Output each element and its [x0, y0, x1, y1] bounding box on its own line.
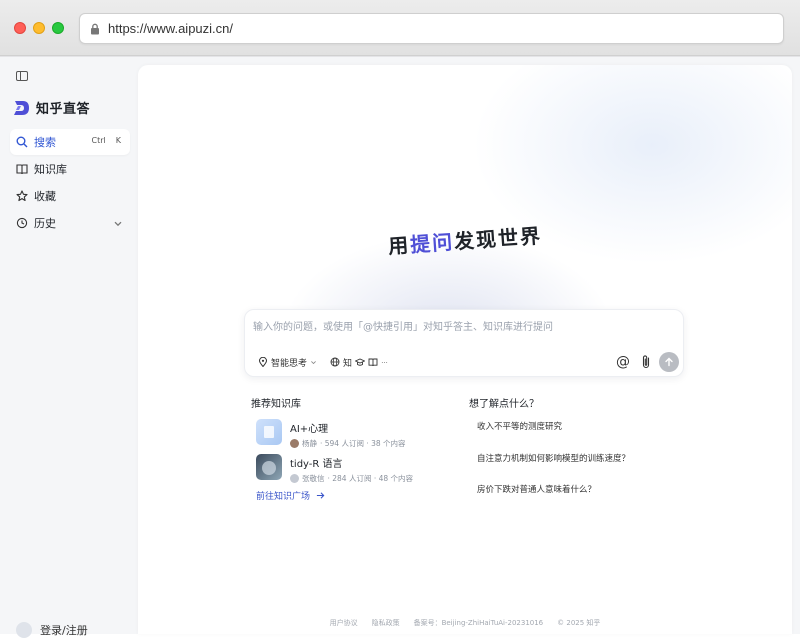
sources-selector[interactable]: 知	[325, 353, 393, 371]
sidebar-item-favorites[interactable]: 收藏	[10, 183, 130, 209]
logo-text: 知乎直答	[36, 102, 91, 117]
attach-icon[interactable]	[639, 354, 653, 370]
chevron-down-icon	[311, 360, 316, 364]
suggested-question[interactable]: 自注意力机制如何影响模型的训练速度？	[470, 449, 638, 469]
kb-name: tidy-R 语言	[290, 459, 343, 470]
close-window-button[interactable]	[14, 22, 26, 34]
login-label: 登录/注册	[40, 624, 88, 637]
book-icon	[368, 358, 378, 367]
smart-think-label: 智能思考	[271, 358, 308, 369]
search-box[interactable]: 输入你的问题，或使用「@快捷引用」对知乎答主、知识库进行提问 智能思考 知 @	[244, 309, 684, 377]
keyboard-shortcut: Ctrl K	[89, 135, 124, 146]
sidebar-item-knowledge-base[interactable]: 知识库	[10, 156, 130, 182]
author-avatar	[290, 474, 299, 483]
footer: 用户协议 隐私政策 备案号：Beijing-ZhiHaiTuAi-2023101…	[138, 618, 792, 628]
page: 知乎直答 搜索 Ctrl K 知识库 收藏 历史 登录/注册 用提问发现世界 输…	[0, 57, 800, 638]
footer-icp[interactable]: 备案号：Beijing-ZhiHaiTuAi-20231016	[414, 618, 544, 628]
kb-author: 杨静	[302, 439, 317, 448]
kb-author: 张敬信	[302, 474, 325, 483]
sidebar-item-search[interactable]: 搜索 Ctrl K	[10, 129, 130, 155]
kb-meta: 张敬信 · 284 人订阅 · 48 个内容	[290, 473, 413, 484]
history-icon	[16, 217, 28, 229]
kb-item-tidy-r[interactable]: tidy-R 语言 张敬信 · 284 人订阅 · 48 个内容	[256, 454, 413, 484]
hero-accent: 提问	[409, 229, 455, 257]
login-register[interactable]: 登录/注册	[16, 622, 88, 638]
kb-stats: · 594 人订阅 · 38 个内容	[320, 439, 406, 448]
shortcut-ctrl: Ctrl	[91, 136, 106, 145]
logo[interactable]: 知乎直答	[12, 98, 90, 117]
more-link-label: 前往知识广场	[256, 492, 311, 502]
graduation-cap-icon	[355, 358, 366, 366]
main-panel: 用提问发现世界 输入你的问题，或使用「@快捷引用」对知乎答主、知识库进行提问 智…	[138, 65, 792, 634]
search-input[interactable]: 输入你的问题，或使用「@快捷引用」对知乎答主、知识库进行提问	[253, 318, 553, 333]
sidebar-item-history[interactable]: 历史	[10, 210, 130, 236]
kb-stats: · 284 人订阅 · 48 个内容	[327, 474, 414, 483]
star-icon	[16, 190, 28, 202]
url-text: https://www.aipuzi.cn/	[108, 21, 233, 36]
globe-icon	[330, 357, 340, 367]
logo-icon	[14, 100, 29, 115]
sidebar-item-label: 历史	[34, 217, 56, 230]
suggested-questions-title: 想了解点什么？	[469, 399, 539, 410]
kb-meta: 杨静 · 594 人订阅 · 38 个内容	[290, 438, 406, 449]
suggested-question[interactable]: 房价下跌对普通人意味着什么？	[470, 480, 604, 500]
location-pin-icon	[258, 357, 268, 367]
sidebar-item-label: 搜索	[34, 136, 56, 149]
hero-title: 用提问发现世界	[138, 223, 792, 259]
recommended-kb-title: 推荐知识库	[251, 399, 301, 410]
browser-toolbar: https://www.aipuzi.cn/	[0, 0, 800, 56]
sidebar-item-label: 知识库	[34, 163, 67, 176]
shortcut-k: K	[115, 136, 121, 145]
kb-cover-image	[256, 419, 282, 445]
lock-icon	[91, 23, 99, 35]
kb-item-ai-psychology[interactable]: AI+心理 杨静 · 594 人订阅 · 38 个内容	[256, 419, 406, 449]
kb-name: AI+心理	[290, 424, 329, 435]
zhihu-source-label: 知	[343, 358, 353, 369]
kb-cover-image	[256, 454, 282, 480]
chevron-down-icon[interactable]	[112, 218, 124, 230]
minimize-window-button[interactable]	[33, 22, 45, 34]
smart-think-toggle[interactable]: 智能思考	[253, 353, 322, 371]
footer-copyright: © 2025 知乎	[557, 619, 601, 627]
more-icon	[381, 361, 388, 363]
hero-prefix: 用	[387, 232, 412, 259]
avatar-icon	[16, 622, 32, 638]
footer-terms-link[interactable]: 用户协议	[330, 618, 358, 628]
arrow-up-icon	[665, 357, 673, 367]
arrow-right-icon	[316, 492, 325, 499]
author-avatar	[290, 439, 299, 448]
book-icon	[264, 426, 274, 438]
suggested-question[interactable]: 收入不平等的测度研究	[470, 417, 570, 437]
maximize-window-button[interactable]	[52, 22, 64, 34]
send-button[interactable]	[659, 352, 679, 372]
sidebar: 知乎直答 搜索 Ctrl K 知识库 收藏 历史 登录/注册	[0, 57, 138, 638]
sidebar-toggle-icon[interactable]	[16, 71, 28, 81]
search-icon	[16, 136, 28, 148]
browser-window: https://www.aipuzi.cn/ 知乎直答 搜索 Ctrl K 知识…	[0, 0, 800, 638]
mention-button[interactable]: @	[615, 354, 631, 370]
r-logo-icon	[262, 461, 276, 475]
book-icon	[16, 164, 28, 175]
go-to-kb-plaza-link[interactable]: 前往知识广场	[256, 489, 325, 502]
sidebar-item-label: 收藏	[34, 190, 56, 203]
address-bar[interactable]: https://www.aipuzi.cn/	[79, 13, 784, 44]
footer-privacy-link[interactable]: 隐私政策	[372, 618, 400, 628]
hero-suffix: 发现世界	[453, 223, 543, 254]
